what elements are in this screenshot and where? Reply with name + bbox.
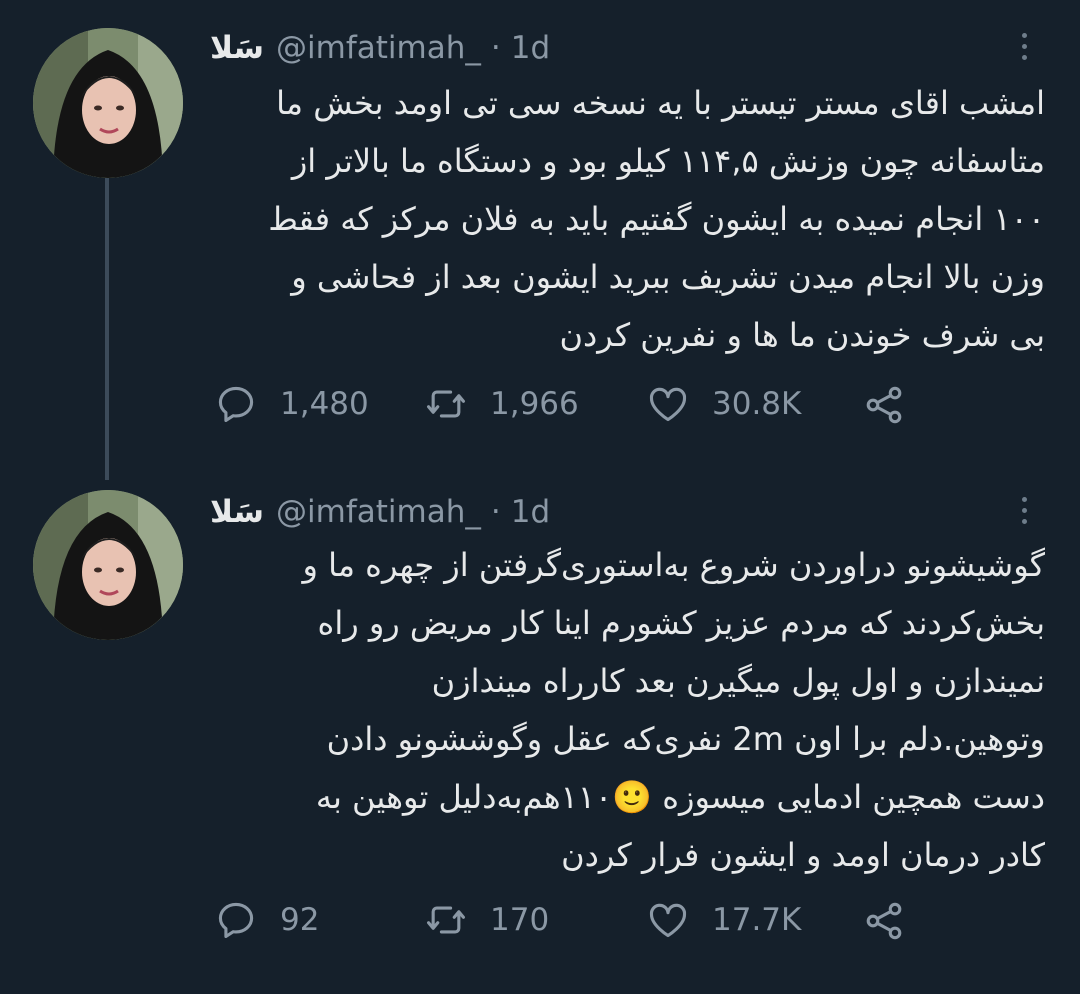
- more-vertical-icon[interactable]: [1010, 490, 1038, 530]
- like-button[interactable]: 17.7K: [646, 897, 801, 943]
- tweet-text-line: دست همچین ادمایی میسوزه 🙂۱۱۰هم‌به‌دلیل ت…: [315, 778, 1045, 816]
- user-handle[interactable]: @imfatimah_: [276, 30, 481, 66]
- tweet-text-line: گوشیشونو دراوردن شروع به‌استوری‌گرفتن از…: [302, 546, 1045, 584]
- timestamp[interactable]: 1d: [511, 30, 550, 66]
- avatar[interactable]: [33, 28, 183, 178]
- tweet-text: گوشیشونو دراوردن شروع به‌استوری‌گرفتن از…: [205, 536, 1045, 884]
- tweet-header: سَلا @imfatimah_ · 1d: [210, 28, 550, 68]
- display-name[interactable]: سَلا: [210, 30, 264, 66]
- tweet-text: امشب اقای مستر تیستر با یه نسخه سی تی او…: [205, 74, 1045, 364]
- retweet-icon: [427, 906, 465, 934]
- tweet-header: سَلا @imfatimah_ · 1d: [210, 492, 550, 532]
- thread-connector-line: [105, 178, 109, 480]
- heart-icon: [649, 903, 687, 938]
- reply-button[interactable]: 92: [214, 897, 319, 943]
- avatar[interactable]: [33, 490, 183, 640]
- tweet-text-line: وتوهین.دلم برا اون 2m نفری‌که عقل وگوششو…: [326, 720, 1045, 758]
- tweet-text-line: امشب اقای مستر تیستر با یه نسخه سی تی او…: [276, 84, 1045, 122]
- reply-count: 1,480: [280, 386, 369, 422]
- more-vertical-icon[interactable]: [1010, 26, 1038, 66]
- tweet-thread: سَلا @imfatimah_ · 1d امشب اقای مستر تیس…: [0, 0, 1080, 994]
- tweet-text-line: کادر درمان اومد و ایشون فرار کردن: [561, 836, 1045, 874]
- reply-button[interactable]: 1,480: [214, 381, 369, 427]
- reply-count: 92: [280, 902, 320, 938]
- tweet-text-line: بخش‌کردند که مردم عزیز کشورم اینا کار مر…: [317, 604, 1045, 642]
- tweet-text-line: نمیندازن و اول پول میگیرن بعد کارراه مین…: [431, 662, 1045, 700]
- retweet-count: 1,966: [490, 386, 579, 422]
- share-icon[interactable]: [862, 383, 906, 427]
- heart-icon: [649, 387, 687, 422]
- tweet-text-line: بی شرف خوندن ما ها و نفرین کردن: [559, 316, 1045, 354]
- retweet-button[interactable]: 1,966: [424, 381, 579, 427]
- tweet-text-line: ۱۰۰ انجام نمیده به ایشون گفتیم باید به ف…: [268, 200, 1045, 238]
- separator-dot: ·: [490, 30, 501, 66]
- tweet-text-line: وزن بالا انجام میدن تشریف ببرید ایشون بع…: [291, 258, 1045, 296]
- user-handle[interactable]: @imfatimah_: [276, 494, 481, 530]
- timestamp[interactable]: 1d: [511, 494, 550, 530]
- like-count: 17.7K: [712, 902, 802, 938]
- retweet-button[interactable]: 170: [424, 897, 549, 943]
- reply-icon: [218, 902, 254, 939]
- like-button[interactable]: 30.8K: [646, 381, 801, 427]
- share-icon[interactable]: [862, 899, 906, 943]
- tweet-text-line: متاسفانه چون وزنش ۱۱۴,۵ کیلو بود و دستگا…: [291, 142, 1045, 180]
- display-name[interactable]: سَلا: [210, 494, 264, 530]
- tweet-actions: 1,480 1,966 30.8K: [214, 381, 934, 427]
- retweet-icon: [427, 390, 465, 418]
- separator-dot: ·: [490, 494, 501, 530]
- tweet-actions: 92 170 17.7K: [214, 897, 934, 943]
- retweet-count: 170: [490, 902, 550, 938]
- reply-icon: [218, 386, 254, 423]
- like-count: 30.8K: [712, 386, 802, 422]
